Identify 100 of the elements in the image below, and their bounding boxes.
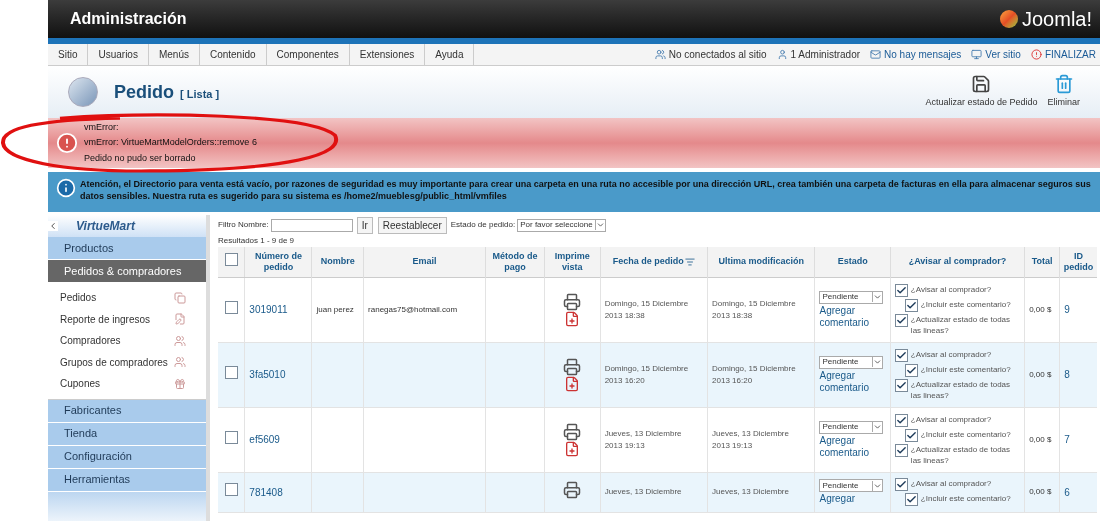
sidebar-section[interactable]: Configuración — [48, 445, 206, 469]
name-filter-field[interactable] — [270, 218, 353, 232]
joomla-logo: Joomla! — [999, 4, 1092, 34]
menu-item[interactable]: Menús — [148, 44, 200, 65]
order-id-link[interactable]: 8 — [1059, 342, 1097, 407]
order-id-link[interactable]: 6 — [1059, 472, 1097, 512]
notify-option-label: ¿Incluir este comentario? — [920, 363, 1011, 375]
checkbox[interactable] — [894, 283, 908, 297]
checkbox[interactable] — [904, 363, 918, 377]
print-view-icon[interactable] — [563, 422, 582, 457]
status-link[interactable]: Ver sitio — [985, 47, 1021, 62]
checkbox[interactable] — [894, 348, 908, 362]
sidebar-item[interactable]: Cupones — [60, 376, 101, 392]
status-select[interactable]: Pendiente — [819, 355, 884, 369]
checkbox[interactable] — [894, 378, 908, 392]
sidebar-section[interactable]: Tienda — [48, 422, 206, 446]
notify-option-label: ¿Avisar al comprador? — [910, 283, 992, 295]
trash-icon — [1053, 74, 1074, 95]
modified-date: Jueves, 13 Diciembre — [712, 486, 790, 498]
column-header[interactable]: Total — [1024, 247, 1060, 277]
checkbox[interactable] — [224, 430, 238, 444]
save-icon — [971, 74, 992, 95]
column-header[interactable]: Estado — [814, 247, 891, 277]
checkbox[interactable] — [894, 478, 908, 491]
add-comment-link[interactable]: Agregar comentario — [819, 434, 880, 459]
column-header[interactable]: Imprime vista — [544, 247, 601, 277]
print-view-icon[interactable] — [563, 357, 582, 392]
sidebar-section[interactable]: Herramientas — [48, 468, 206, 492]
print-view-icon[interactable] — [563, 480, 582, 499]
toolbar-button[interactable]: Eliminar — [1047, 74, 1080, 110]
status-link[interactable]: No hay mensajes — [884, 47, 962, 62]
checkbox[interactable] — [904, 493, 918, 506]
sidebar-section[interactable]: Fabricantes — [48, 399, 206, 423]
sidebar-item-icon — [174, 377, 186, 390]
status-icon — [654, 49, 666, 60]
modified-date: Domingo, 15 Diciembre — [712, 297, 797, 310]
checkbox[interactable] — [224, 300, 238, 314]
status-filter-select[interactable]: Por favor seleccione — [517, 218, 606, 232]
error-line: Pedido no pudo ser borrado — [84, 151, 197, 165]
column-header[interactable]: ID pedido — [1059, 247, 1097, 277]
checkbox[interactable] — [894, 413, 908, 427]
column-header[interactable]: Ultima modificación — [707, 247, 815, 277]
column-header[interactable]: Email — [363, 247, 486, 277]
add-comment-link[interactable]: Agregar comentario — [819, 369, 880, 394]
status-select[interactable]: Pendiente — [819, 290, 884, 304]
total-cell: 0,00 $ — [1024, 407, 1060, 472]
sidebar-item-icon — [174, 313, 186, 326]
order-id-link[interactable]: 9 — [1059, 277, 1097, 342]
order-number-link[interactable]: 781408 — [244, 472, 312, 512]
status-link[interactable]: 1 Administrador — [790, 47, 861, 62]
notify-option-label: ¿Incluir este comentario? — [920, 428, 1011, 440]
column-header[interactable]: Método de pago — [485, 247, 545, 277]
status-select[interactable]: Pendiente — [819, 420, 884, 434]
add-comment-link[interactable]: Agregar comentario — [819, 304, 880, 329]
go-button[interactable]: Ir — [356, 216, 373, 234]
column-header[interactable]: Fecha de pedido — [600, 247, 708, 277]
checkbox[interactable] — [894, 313, 908, 327]
order-date: 2013 19:13 — [604, 439, 646, 452]
results-count: Resultados 1 - 9 de 9 — [218, 235, 296, 247]
print-view-icon[interactable] — [563, 292, 582, 327]
menu-item[interactable]: Componentes — [266, 44, 350, 65]
sidebar-section[interactable]: Pedidos & compradores — [48, 260, 206, 283]
menu-item[interactable]: Sitio — [48, 44, 89, 65]
checkbox[interactable] — [904, 298, 918, 312]
checkbox[interactable] — [894, 443, 908, 457]
order-number-link[interactable]: 3fa5010 — [244, 342, 312, 407]
column-header[interactable]: Nombre — [311, 247, 364, 277]
sidebar-item[interactable]: Grupos de compradores — [60, 354, 168, 370]
menu-item[interactable]: Ayuda — [425, 44, 475, 65]
sidebar-item[interactable]: Reporte de ingresos — [60, 311, 151, 327]
status-link[interactable]: No conectados al sitio — [668, 47, 767, 62]
status-link[interactable]: FINALIZAR — [1044, 47, 1096, 62]
add-comment-link[interactable]: Agregar — [819, 493, 880, 505]
modified-date: 2013 16:20 — [712, 374, 754, 387]
reset-button[interactable]: Reestablecer — [377, 216, 447, 234]
menu-item[interactable]: Usuarios — [88, 44, 149, 65]
checkbox[interactable] — [904, 428, 918, 442]
order-number-link[interactable]: 3019011 — [244, 277, 312, 342]
sidebar-item[interactable]: Pedidos — [60, 290, 97, 306]
sidebar-item[interactable]: Compradores — [60, 333, 121, 349]
error-line: vmError: VirtueMartModelOrders::remove 6 — [84, 136, 257, 150]
status-select[interactable]: Pendiente — [819, 479, 884, 492]
checkbox[interactable] — [224, 365, 238, 379]
toolbar-button[interactable]: Actualizar estado de Pedido — [925, 74, 1038, 110]
checkbox[interactable] — [224, 483, 238, 497]
total-cell: 0,00 $ — [1024, 277, 1060, 342]
checkbox[interactable] — [224, 253, 238, 266]
modified-date: Domingo, 15 Diciembre — [712, 362, 797, 375]
info-text: Atención, el Directorio para venta está vacío, por razones de seguridad es muy importante para crear una carpeta en una ruta no accesible por una dirección URL, crea también una carpeta de facturas en ella para almacenar seguros sus datos sensibles. Nuestra ruta es sugerido para su sistema es /home2/mueblesg/public_html/vmfiles — [80, 178, 1092, 202]
menu-item[interactable]: Contenido — [199, 44, 267, 65]
menu-item[interactable]: Extensiones — [349, 44, 426, 65]
order-id-link[interactable]: 7 — [1059, 407, 1097, 472]
collapse-icon[interactable] — [48, 221, 58, 231]
order-number-link[interactable]: ef5609 — [244, 407, 312, 472]
sidebar-section[interactable]: Productos — [48, 237, 206, 260]
column-header[interactable]: ¿Avisar al comprador? — [890, 247, 1025, 277]
virtuemart-logo: VirtueMart — [48, 215, 206, 237]
modified-date: Jueves, 13 Diciembre — [712, 427, 790, 440]
column-header[interactable]: Número de pedido — [244, 247, 312, 277]
order-date: 2013 16:20 — [604, 374, 646, 387]
